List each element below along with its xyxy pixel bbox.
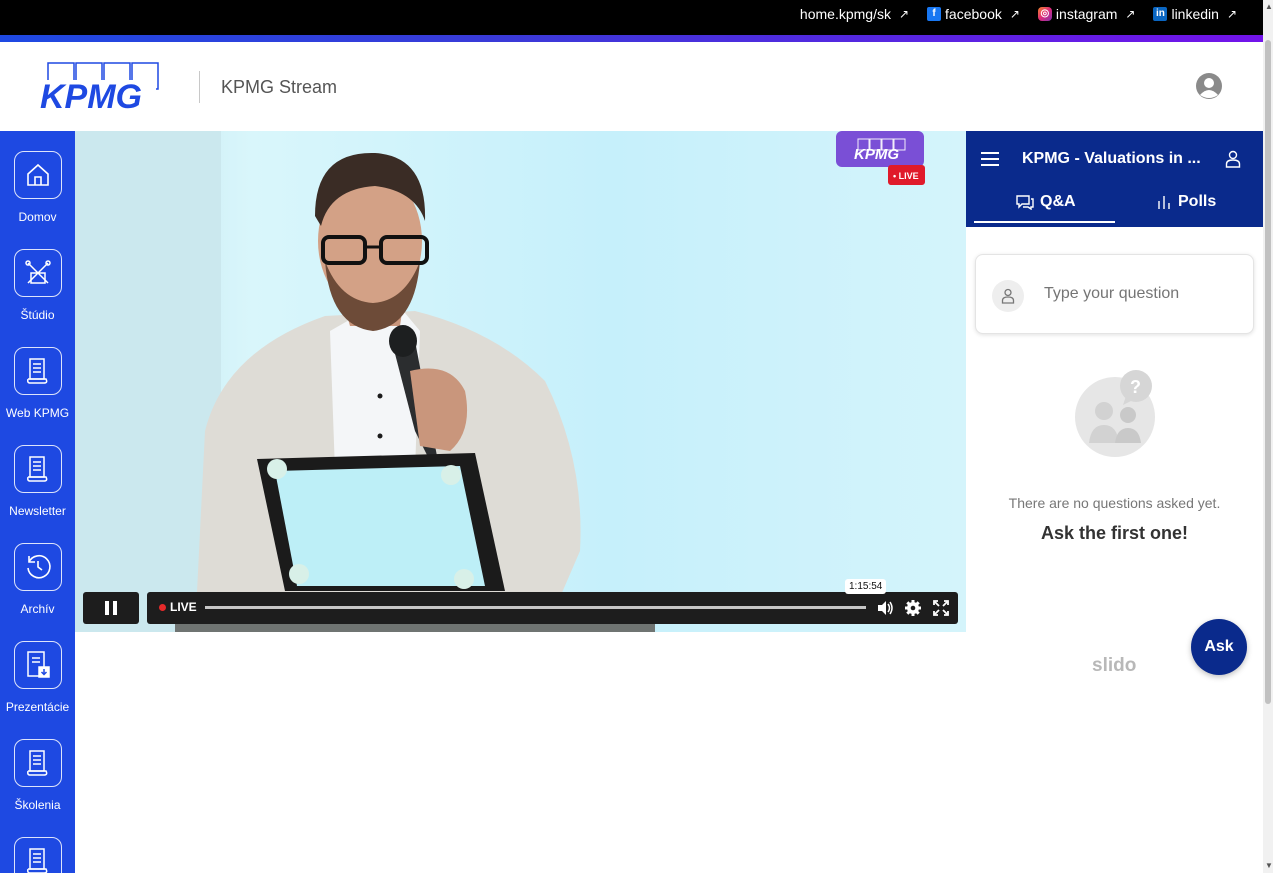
link-linkedin-label: linkedin bbox=[1171, 6, 1219, 22]
sidebar-item-label: Štúdio bbox=[20, 308, 55, 322]
progress-fill bbox=[205, 606, 866, 609]
video-frame bbox=[75, 131, 966, 632]
badge-logo-text: KPMG bbox=[854, 146, 899, 163]
sidebar-item-label: Školenia bbox=[14, 798, 61, 812]
kpmg-logo[interactable]: KPMG bbox=[40, 62, 160, 116]
sidebar-item-prezentacie[interactable]: Prezentácie bbox=[0, 641, 75, 714]
document-icon bbox=[13, 739, 62, 787]
hamburger-menu-icon[interactable] bbox=[981, 151, 999, 167]
document-icon bbox=[13, 837, 62, 873]
header-divider bbox=[199, 71, 200, 103]
link-facebook-label: facebook bbox=[945, 6, 1002, 22]
sidebar-item-label: Newsletter bbox=[9, 504, 66, 518]
external-link-icon: ↗ bbox=[1226, 7, 1237, 21]
anonymous-user-icon bbox=[992, 280, 1024, 312]
tab-polls[interactable]: Polls bbox=[1156, 193, 1216, 211]
facebook-icon: f bbox=[927, 7, 942, 21]
tab-polls-label: Polls bbox=[1178, 193, 1217, 210]
sidebar-item-more[interactable] bbox=[0, 837, 75, 873]
linkedin-icon: in bbox=[1153, 7, 1168, 21]
link-instagram[interactable]: ◎ instagram ↗ bbox=[1037, 6, 1136, 22]
link-linkedin[interactable]: in linkedin ↗ bbox=[1153, 6, 1237, 22]
pause-button[interactable] bbox=[83, 592, 139, 624]
page: home.kpmg/sk ↗ f facebook ↗ ◎ instagram … bbox=[0, 0, 1273, 873]
scroll-down-arrow-icon[interactable]: ▼ bbox=[1265, 861, 1273, 870]
sidebar-item-archiv[interactable]: Archív bbox=[0, 543, 75, 616]
fullscreen-icon[interactable] bbox=[932, 599, 950, 617]
svg-text:?: ? bbox=[1130, 377, 1141, 397]
page-title: KPMG Stream bbox=[221, 77, 338, 97]
kpmg-logo-text: KPMG bbox=[40, 78, 142, 112]
sidebar-item-label: Archív bbox=[20, 602, 55, 616]
empty-state-text: There are no questions asked yet. bbox=[1008, 495, 1221, 511]
sidebar-item-label: Domov bbox=[18, 210, 57, 224]
link-home-kpmg-label: home.kpmg/sk bbox=[799, 6, 891, 22]
event-title: KPMG - Valuations in ... bbox=[1022, 150, 1201, 167]
slido-panel: KPMG - Valuations in ... Q&A Polls Type … bbox=[966, 131, 1263, 873]
document-icon bbox=[13, 445, 62, 493]
sidebar-item-skolenia[interactable]: Školenia bbox=[0, 739, 75, 812]
active-tab-indicator bbox=[974, 221, 1115, 223]
scroll-thumb[interactable] bbox=[1265, 40, 1271, 704]
question-composer[interactable] bbox=[975, 254, 1254, 334]
page-scrollbar[interactable]: ▲ ▼ bbox=[1263, 0, 1273, 873]
badge-live-text: • LIVE bbox=[893, 171, 919, 181]
external-link-icon: ↗ bbox=[1009, 7, 1020, 21]
instagram-icon: ◎ bbox=[1037, 7, 1052, 21]
slido-logo: slido bbox=[1092, 655, 1137, 676]
user-avatar-icon[interactable] bbox=[1195, 72, 1223, 100]
link-facebook[interactable]: f facebook ↗ bbox=[927, 6, 1020, 22]
header: KPMG KPMG Stream bbox=[0, 42, 1263, 131]
document-icon bbox=[13, 347, 62, 395]
sidebar-item-label: Prezentácie bbox=[5, 700, 70, 714]
kpmg-live-badge: KPMG • LIVE bbox=[836, 131, 926, 187]
tab-qa-label: Q&A bbox=[1040, 193, 1076, 210]
empty-state-cta: Ask the first one! bbox=[1040, 523, 1189, 543]
time-tooltip: 1:15:54 bbox=[845, 579, 887, 594]
volume-icon[interactable] bbox=[876, 599, 894, 617]
chat-bubble-icon bbox=[1016, 195, 1034, 210]
scroll-up-arrow-icon[interactable]: ▲ bbox=[1265, 2, 1273, 11]
sidebar-item-domov[interactable]: Domov bbox=[0, 151, 75, 224]
link-home-kpmg[interactable]: home.kpmg/sk ↗ bbox=[800, 6, 909, 22]
sidebar: Domov Štúdio Web KPMG Newsletter Archív bbox=[0, 131, 75, 873]
slido-header: KPMG - Valuations in ... Q&A Polls bbox=[966, 131, 1263, 227]
sidebar-item-studio[interactable]: Štúdio bbox=[0, 249, 75, 322]
settings-gear-icon[interactable] bbox=[904, 599, 922, 617]
presentation-download-icon bbox=[13, 641, 62, 689]
no-questions-illustration: ? bbox=[1071, 369, 1161, 461]
live-indicator-dot bbox=[159, 604, 166, 611]
video-control-bar: LIVE bbox=[147, 592, 958, 624]
user-icon[interactable] bbox=[1225, 150, 1241, 168]
progress-bar[interactable] bbox=[205, 606, 866, 609]
sidebar-item-newsletter[interactable]: Newsletter bbox=[0, 445, 75, 518]
top-bar: home.kpmg/sk ↗ f facebook ↗ ◎ instagram … bbox=[0, 0, 1263, 35]
home-icon bbox=[13, 151, 62, 199]
external-link-icon: ↗ bbox=[898, 7, 910, 21]
pause-icon bbox=[105, 601, 117, 615]
tab-qa[interactable]: Q&A bbox=[1016, 193, 1076, 211]
live-label[interactable]: LIVE bbox=[170, 600, 197, 614]
history-icon bbox=[13, 543, 62, 591]
external-link-icon: ↗ bbox=[1125, 7, 1136, 21]
sidebar-item-label: Web KPMG bbox=[5, 406, 70, 420]
social-links: home.kpmg/sk ↗ f facebook ↗ ◎ instagram … bbox=[800, 6, 1237, 22]
studio-icon bbox=[13, 249, 62, 297]
video-player[interactable]: KPMG • LIVE bbox=[75, 131, 966, 632]
link-instagram-label: instagram bbox=[1055, 6, 1118, 22]
ask-button[interactable]: Ask bbox=[1191, 619, 1247, 675]
sidebar-item-web-kpmg[interactable]: Web KPMG bbox=[0, 347, 75, 420]
question-input[interactable] bbox=[1044, 285, 1234, 303]
poll-bars-icon bbox=[1158, 196, 1170, 209]
brand-gradient-strip bbox=[0, 35, 1263, 42]
